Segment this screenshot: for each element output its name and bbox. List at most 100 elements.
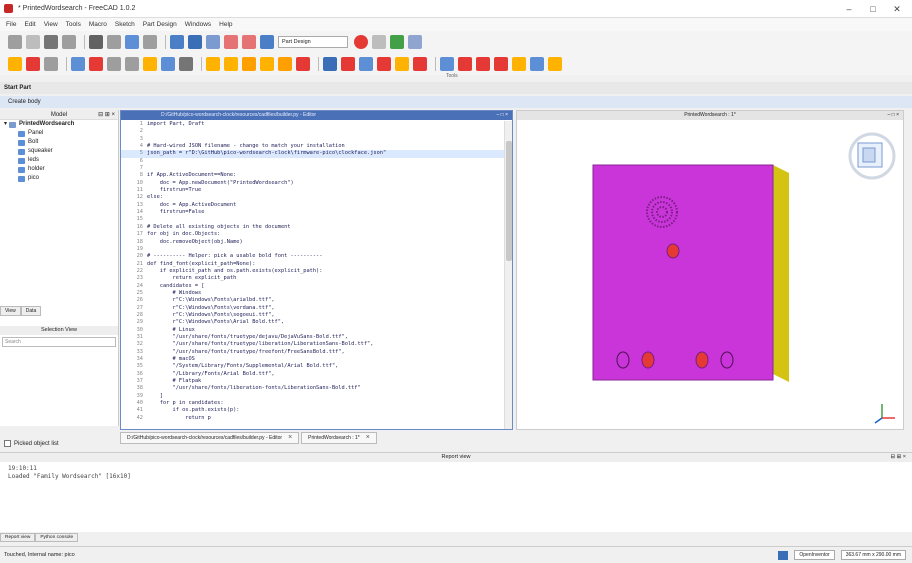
multitransform-icon[interactable]: [377, 57, 391, 71]
selection-search-input[interactable]: Search: [2, 337, 116, 347]
revolution-icon[interactable]: [161, 57, 175, 71]
zoom-icon[interactable]: [8, 35, 22, 49]
menu-file[interactable]: File: [6, 21, 16, 28]
attach-icon[interactable]: [44, 57, 58, 71]
new-file-icon[interactable]: [170, 35, 184, 49]
subtractive-helix-icon[interactable]: [296, 57, 310, 71]
code-line[interactable]: 17 for obj in doc.Objects:: [121, 231, 505, 238]
panel-controls-icon[interactable]: ⊟ ⊞ ×: [98, 110, 115, 120]
code-line[interactable]: 25 # Windows: [121, 290, 505, 297]
minimize-button[interactable]: –: [838, 2, 860, 16]
editor-window-controls-icon[interactable]: – □ ×: [497, 111, 509, 120]
macro-edit-icon[interactable]: [372, 35, 386, 49]
scroll-thumb[interactable]: [506, 141, 512, 261]
code-line[interactable]: 31 "/usr/share/fonts/truetype/dejavu/Dej…: [121, 334, 505, 341]
additive-cylinder-icon[interactable]: [530, 57, 544, 71]
code-line[interactable]: 38 "/usr/share/fonts/liberation-fonts/Li…: [121, 385, 505, 392]
code-line[interactable]: 23 return explicit_path: [121, 275, 505, 282]
create-body-button[interactable]: Create body: [0, 96, 912, 108]
code-area[interactable]: 1 import Part, Draft 2 3 4 # Hard-wired JSON …: [121, 121, 505, 429]
code-line[interactable]: 8 if App.ActiveDocument==None:: [121, 172, 505, 179]
code-line[interactable]: 34 # macOS: [121, 356, 505, 363]
code-line[interactable]: 24 candidates = [: [121, 283, 505, 290]
print-icon[interactable]: [206, 35, 220, 49]
macro-record-icon[interactable]: [354, 35, 368, 49]
code-line[interactable]: 15: [121, 216, 505, 223]
picked-object-toggle[interactable]: Picked object list: [4, 440, 59, 447]
chamfer-icon[interactable]: [413, 57, 427, 71]
measure-icon[interactable]: [89, 35, 103, 49]
datum-line-icon[interactable]: [89, 57, 103, 71]
subtractive-loft-icon[interactable]: [260, 57, 274, 71]
tree-item-panel[interactable]: Panel: [0, 129, 118, 138]
code-line[interactable]: 35 "/System/Library/Fonts/Supplemental/A…: [121, 363, 505, 370]
code-line[interactable]: 2: [121, 128, 505, 135]
view-iso-icon[interactable]: [125, 35, 139, 49]
report-view[interactable]: Report view ⊟ ⊞ × 19:10:11 Loaded "Famil…: [0, 452, 912, 532]
hole-icon[interactable]: [224, 57, 238, 71]
close-button[interactable]: ✕: [886, 2, 908, 16]
tree-item-holder[interactable]: holder: [0, 165, 118, 174]
python-editor[interactable]: D:/GitHub/pico-wordsearch-clock/resource…: [120, 110, 513, 430]
code-line[interactable]: 37 # Flatpak: [121, 378, 505, 385]
loft-icon[interactable]: [179, 57, 193, 71]
fillet-icon[interactable]: [395, 57, 409, 71]
code-line[interactable]: 12 else:: [121, 194, 505, 201]
menu-view[interactable]: View: [44, 21, 58, 28]
navigation-style-selector[interactable]: OpenInventor: [794, 550, 835, 560]
code-line[interactable]: 14 firstrun=False: [121, 209, 505, 216]
tree-item-bolt[interactable]: Bolt: [0, 138, 118, 147]
code-line[interactable]: 26 r"C:\Windows\Fonts\arialbd.ttf",: [121, 297, 505, 304]
menu-windows[interactable]: Windows: [185, 21, 211, 28]
close-icon[interactable]: ×: [288, 432, 292, 444]
code-line[interactable]: 19: [121, 246, 505, 253]
fit-all-icon[interactable]: [44, 35, 58, 49]
code-line[interactable]: 5 json_path = r"D:\GitHub\pico-wordsearch…: [121, 150, 505, 158]
code-line[interactable]: 7: [121, 165, 505, 172]
save-icon[interactable]: [188, 35, 202, 49]
macro-run-icon[interactable]: [390, 35, 404, 49]
body-icon[interactable]: [8, 57, 22, 71]
redo-icon[interactable]: [242, 35, 256, 49]
code-line[interactable]: 18 doc.removeObject(obj.Name): [121, 239, 505, 246]
maximize-button[interactable]: □: [862, 2, 884, 16]
code-line[interactable]: 16 # Delete all existing objects in the d…: [121, 224, 505, 231]
menu-macro[interactable]: Macro: [89, 21, 107, 28]
code-line[interactable]: 4 # Hard-wired JSON filename - change to …: [121, 143, 505, 150]
std-view-icon[interactable]: [107, 35, 121, 49]
workbench-selector[interactable]: Part Design: [278, 36, 348, 48]
mirrored-icon[interactable]: [323, 57, 337, 71]
tab-view[interactable]: View: [0, 306, 21, 316]
view-window-controls-icon[interactable]: – □ ×: [888, 111, 900, 120]
linear-pattern-icon[interactable]: [341, 57, 355, 71]
pocket-icon[interactable]: [206, 57, 220, 71]
polar-pattern-icon[interactable]: [359, 57, 373, 71]
primitive-icon[interactable]: [494, 57, 508, 71]
additive-box-icon[interactable]: [512, 57, 526, 71]
code-line[interactable]: 42 return p: [121, 415, 505, 422]
code-line[interactable]: 1 import Part, Draft: [121, 121, 505, 128]
code-line[interactable]: 27 r"C:\Windows\Fonts\verdana.ttf",: [121, 305, 505, 312]
additive-sphere-icon[interactable]: [548, 57, 562, 71]
link-icon[interactable]: [143, 35, 157, 49]
boolean-icon[interactable]: [476, 57, 490, 71]
draw-style-icon[interactable]: [778, 550, 789, 560]
menu-tools[interactable]: Tools: [66, 21, 81, 28]
tab-data[interactable]: Data: [20, 306, 42, 316]
refresh-icon[interactable]: [260, 35, 274, 49]
menu-edit[interactable]: Edit: [24, 21, 35, 28]
shape-binder-icon[interactable]: [125, 57, 139, 71]
draw-style-icon[interactable]: [62, 35, 76, 49]
tree-root[interactable]: ▾ PrintedWordsearch: [0, 120, 118, 129]
groove-icon[interactable]: [242, 57, 256, 71]
code-line[interactable]: 11 firstrun=True: [121, 187, 505, 194]
code-line[interactable]: 32 "/usr/share/fonts/truetype/liberation…: [121, 341, 505, 348]
code-line[interactable]: 41 if os.path.exists(p):: [121, 407, 505, 414]
menu-help[interactable]: Help: [219, 21, 232, 28]
code-line[interactable]: 30 # Linux: [121, 327, 505, 334]
tree-item-pico[interactable]: pico: [0, 174, 118, 183]
tree-item-squeaker[interactable]: squeaker: [0, 147, 118, 156]
code-line[interactable]: 3: [121, 136, 505, 143]
sketch-icon[interactable]: [26, 57, 40, 71]
code-line[interactable]: 20 # ---------- Helper: pick a usable bol…: [121, 253, 505, 260]
